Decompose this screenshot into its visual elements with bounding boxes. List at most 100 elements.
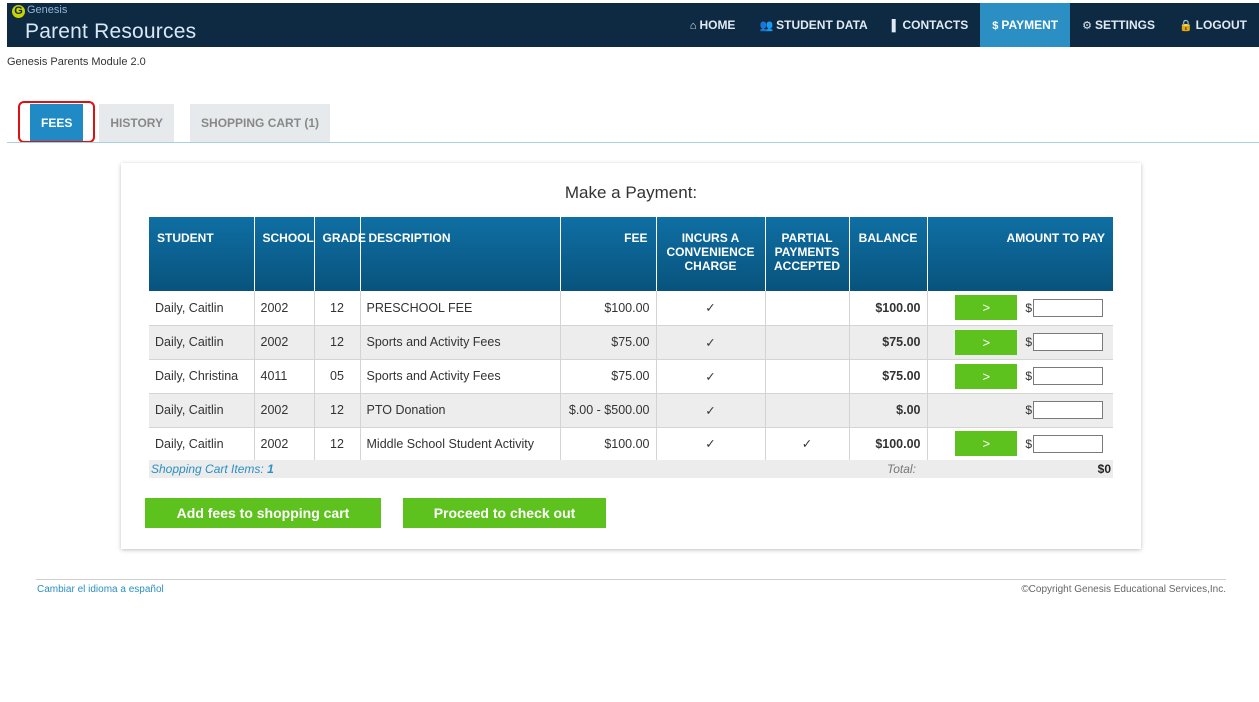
currency-symbol: $ (1025, 369, 1032, 383)
cell-fee: $75.00 (560, 325, 657, 360)
cell-grade: 12 (314, 393, 361, 428)
currency-symbol: $ (1025, 403, 1032, 417)
pay-balance-button[interactable]: > (955, 329, 1018, 355)
cell-description: Middle School Student Activity (360, 427, 561, 463)
payment-card: Make a Payment: STUDENT SCHOOL GRADE DES… (121, 163, 1141, 549)
cell-grade: 12 (314, 291, 361, 326)
cell-description: Sports and Activity Fees (360, 325, 561, 360)
fees-table: STUDENT SCHOOL GRADE DESCRIPTION FEE INC… (149, 217, 1113, 463)
table-row: Daily, Caitlin 2002 12 Middle School Stu… (149, 427, 1113, 463)
pay-balance-button[interactable]: > (955, 363, 1018, 389)
cell-balance: $100.00 (849, 291, 928, 326)
cell-partial (765, 393, 850, 428)
total-value: $0 (1097, 462, 1111, 476)
check-icon: ✓ (656, 393, 766, 428)
cell-amount: > $ (927, 291, 1113, 326)
cell-partial (765, 359, 850, 394)
add-to-cart-button[interactable]: Add fees to shopping cart (145, 498, 381, 528)
currency-symbol: $ (1025, 436, 1032, 451)
tab-history[interactable]: HISTORY (99, 104, 175, 142)
col-partial: PARTIAL PAYMENTS ACCEPTED (765, 217, 850, 291)
col-student: STUDENT (149, 217, 255, 291)
check-icon: ✓ (656, 359, 766, 394)
cell-school: 2002 (254, 393, 315, 428)
cell-school: 2002 (254, 291, 315, 326)
home-icon: ⌂ (689, 20, 697, 32)
col-fee: FEE (560, 217, 657, 291)
cell-student: Daily, Christina (149, 359, 255, 394)
logo-brand-text: Genesis (27, 4, 68, 16)
col-grade: GRADE (314, 217, 366, 291)
cell-partial (765, 291, 850, 326)
cell-student: Daily, Caitlin (149, 291, 255, 326)
cell-description: PTO Donation (360, 393, 561, 428)
cell-fee: $100.00 (560, 427, 657, 463)
table-row: Daily, Caitlin 2002 12 PTO Donation $.00… (149, 393, 1113, 428)
amount-input[interactable] (1033, 298, 1103, 317)
cell-fee: $75.00 (560, 359, 657, 394)
pay-balance-button[interactable]: > (955, 431, 1018, 456)
cell-school: 2002 (254, 427, 315, 463)
nav-home-label: HOME (699, 18, 736, 32)
check-icon: ✓ (656, 291, 766, 326)
tab-divider (7, 142, 1259, 143)
cell-amount: > $ (927, 359, 1113, 394)
amount-input[interactable] (1033, 367, 1103, 385)
users-icon: 👥 (759, 20, 774, 32)
nav-payment-label: PAYMENT (1001, 18, 1059, 32)
nav-student-data[interactable]: 👥 STUDENT DATA (747, 3, 879, 47)
amount-input[interactable] (1033, 434, 1103, 453)
main-nav: ⌂ HOME 👥 STUDENT DATA ▌ CONTACTS $ PAYMENT ⚙… (678, 3, 1259, 47)
gear-icon: ⚙ (1082, 20, 1092, 32)
nav-home[interactable]: ⌂ HOME (678, 3, 748, 47)
dollar-icon: $ (992, 20, 999, 32)
nav-settings-label: SETTINGS (1094, 18, 1155, 32)
amount-input[interactable] (1033, 401, 1103, 419)
col-school: SCHOOL (254, 217, 315, 291)
cell-fee: $.00 - $500.00 (560, 393, 657, 428)
cell-balance: $75.00 (849, 325, 928, 360)
cell-balance: $.00 (849, 393, 928, 428)
nav-contacts[interactable]: ▌ CONTACTS (880, 3, 981, 47)
tab-shopping-cart[interactable]: SHOPPING CART (1) (190, 104, 331, 142)
cell-balance: $100.00 (849, 427, 928, 463)
payment-title: Make a Payment: (564, 183, 698, 202)
lock-icon: 🔒 (1178, 20, 1193, 32)
cell-amount: $ (927, 393, 1113, 428)
cell-student: Daily, Caitlin (149, 427, 255, 463)
nav-student-data-label: STUDENT DATA (776, 18, 868, 32)
cart-items-text: Shopping Cart Items: 1 (151, 462, 274, 476)
col-description: DESCRIPTION (360, 217, 561, 291)
contacts-icon: ▌ (891, 20, 900, 32)
amount-input[interactable] (1033, 333, 1103, 351)
table-row: Daily, Caitlin 2002 12 PRESCHOOL FEE $10… (149, 291, 1113, 326)
col-balance: BALANCE (849, 217, 928, 291)
check-icon: ✓ (656, 427, 766, 463)
cell-grade: 12 (314, 325, 361, 360)
payment-tabs: FEES HISTORY SHOPPING CART (1) (30, 104, 346, 142)
nav-payment[interactable]: $ PAYMENT (980, 3, 1071, 47)
cell-grade: 05 (314, 359, 361, 394)
table-header-row: STUDENT SCHOOL GRADE DESCRIPTION FEE INC… (149, 217, 1113, 291)
nav-logout[interactable]: 🔒 LOGOUT (1167, 3, 1259, 47)
col-amount-to-pay: AMOUNT TO PAY (927, 217, 1113, 291)
tab-fees[interactable]: FEES (30, 104, 84, 142)
table-row: Daily, Caitlin 2002 12 Sports and Activi… (149, 325, 1113, 360)
checkout-button[interactable]: Proceed to check out (403, 498, 606, 528)
cart-items-label: Shopping Cart Items: (151, 462, 268, 476)
cell-amount: > $ (927, 325, 1113, 360)
cart-summary: Shopping Cart Items: 1 Total: $0 (149, 460, 1113, 478)
cell-fee: $100.00 (560, 291, 657, 326)
cell-school: 2002 (254, 325, 315, 360)
cart-items-count: 1 (267, 462, 274, 476)
footer-divider (36, 579, 1226, 580)
cell-partial (765, 325, 850, 360)
app-title[interactable]: Parent Resources (25, 20, 196, 44)
language-link[interactable]: Cambiar el idioma a español (37, 584, 164, 595)
pay-balance-button[interactable]: > (955, 295, 1018, 321)
table-row: Daily, Christina 4011 05 Sports and Acti… (149, 359, 1113, 394)
check-icon: ✓ (656, 325, 766, 360)
nav-settings[interactable]: ⚙ SETTINGS (1070, 3, 1167, 47)
cell-amount: > $ (927, 427, 1113, 463)
col-convenience: INCURS A CONVENIENCE CHARGE (656, 217, 766, 291)
